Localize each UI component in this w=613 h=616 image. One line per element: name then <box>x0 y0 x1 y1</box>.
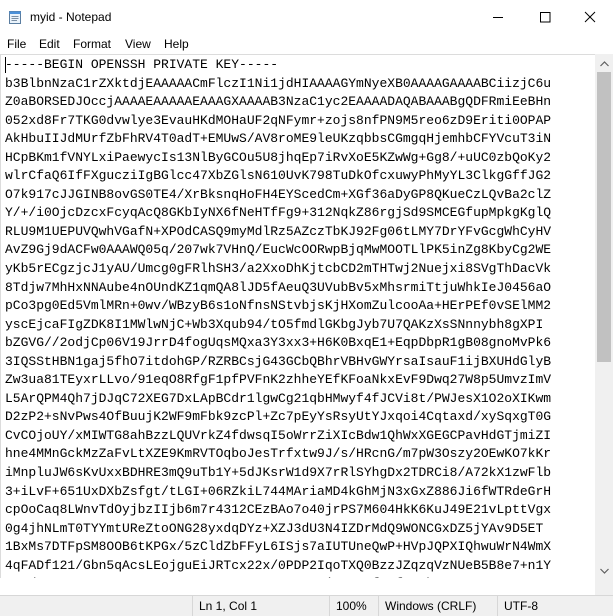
notepad-icon <box>7 9 23 25</box>
text-line: 3+iLvF+651UxDXbZsfgt/tLGI+06RZkiL744MAri… <box>5 483 552 499</box>
text-line: yKb5rECgzjcJ1yAU/Umcg0gFRlhSH3/a2XxoDhKj… <box>5 261 552 277</box>
text-line: AkHbuIIJdMUrfZbFhRV4T0adT+EMUwS/AV8roME9… <box>5 131 552 147</box>
menu-help[interactable]: Help <box>164 37 189 51</box>
menu-bar: File Edit Format View Help <box>0 34 613 54</box>
text-line: 3IQSStHBN1gaj5fhO7itdohGP/RZRBCsjG43GCbQ… <box>5 353 552 369</box>
text-line: cpOoCaq8LWnvTdOyjbzIIjb6m7r4312CEzBAo7o4… <box>5 502 552 518</box>
text-line: 1BxMs7DTFpSM8OOB6tKPGx/5zCldZbFFyL6ISjs7… <box>5 539 552 555</box>
text-line: 8Tdjw7MhHxNNAube4nOUndKZ1qmQA8lJD5fAeuQ3… <box>5 279 552 295</box>
status-bar: Ln 1, Col 1 100% Windows (CRLF) UTF-8 <box>0 595 613 616</box>
text-editor[interactable]: -----BEGIN OPENSSH PRIVATE KEY----- b3Blb… <box>0 54 596 579</box>
text-line: 4qFADf121/Gbn5qAcsLEojguEiJRTcx22x/0PDP2… <box>5 557 552 573</box>
text-line: D2zP2+sNvPws4OfBuujK2WF9mFbk9zcPl+Zc7pEy… <box>5 409 552 425</box>
chevron-up-icon <box>599 54 609 72</box>
text-line: Y/+/i0OjcDzcxFcyqAcQ8GKbIyNX6fNeHTfFg9+3… <box>5 205 552 221</box>
text-line: CvCOjoUY/xMIWTG8ahBzzLQUVrkZ4fdwsqI5oWrr… <box>5 427 552 443</box>
menu-edit[interactable]: Edit <box>39 37 60 51</box>
text-line: bZGVG//2odjCp06V19JrrD4fogUqsMQxa3Y3xx3+… <box>5 335 552 351</box>
text-line: Zw3ua81TEyxrLLvo/91eqO8RfgF1pfPVFnK2zhhe… <box>5 372 552 388</box>
notepad-window: myid - Notepad File Edit Format View Hel… <box>0 0 613 616</box>
text-line: hne4MMnGckMzZaFvLtXZE9KmRVTOqboJesTrfxtw… <box>5 446 552 462</box>
text-line: iMnpluJW6sKvUxxBDHRE3mQ9uTb1Y+5dJKsrW1d9… <box>5 465 552 481</box>
editor-bottom-area <box>0 578 595 595</box>
text-line: AvZ9Gj9dACFw0AAAWQ05q/207wk7VHnQ/EucWcOO… <box>5 242 552 258</box>
scroll-thumb[interactable] <box>597 72 611 362</box>
text-line: wlrCfaQ6IfFXgucziIgBGlcc47XbZGlsN610UvK7… <box>5 168 552 184</box>
text-line: 0g4jhNLmT0TYYmtUReZtoONG28yxdqDYz+XZJ3dU… <box>5 520 544 536</box>
text-line: Z0aBORSEDJOccjAAAAEAAAAAEAAAGXAAAAB3NzaC… <box>5 94 552 110</box>
text-line: L5ArQPM4Qh7jDJqC72XEG7DxLApBCdr1lgwCg21q… <box>5 390 552 406</box>
chevron-down-icon <box>599 561 609 579</box>
editor-text: -----BEGIN OPENSSH PRIVATE KEY----- b3Blb… <box>5 56 551 579</box>
menu-format[interactable]: Format <box>73 37 111 51</box>
text-line: yscEjcaFIgZDK8I1MWlwNjC+Wb3Xqub94/tO5fmd… <box>5 316 544 332</box>
window-title: myid - Notepad <box>30 10 112 24</box>
close-icon <box>584 11 596 23</box>
text-encoding: UTF-8 <box>497 596 613 616</box>
maximize-icon <box>539 11 551 23</box>
minimize-button[interactable] <box>475 0 521 34</box>
menu-file[interactable]: File <box>7 37 26 51</box>
text-line: -----BEGIN OPENSSH PRIVATE KEY----- <box>5 57 279 72</box>
text-line: 052xd8Fr7TKG0dvwlye3EvauHKdMOHaUF2qNFymr… <box>5 112 552 128</box>
text-line: O7k917cJJGINB8ovGS0TE4/XrBksnqHoFH4EYSce… <box>5 186 552 202</box>
maximize-button[interactable] <box>522 0 568 34</box>
text-line: pCo3pg0Ed5VmlMRn+0wv/WBzyB6s1oNfnsNStvbj… <box>5 298 552 314</box>
text-line: HCpBKm1fVNYLxiPaewycIs13NlByGCOu5U8jhqEp… <box>5 149 552 165</box>
vertical-scrollbar[interactable] <box>595 54 613 578</box>
title-bar[interactable]: myid - Notepad <box>0 0 613 34</box>
cursor-position: Ln 1, Col 1 <box>192 596 329 616</box>
menu-view[interactable]: View <box>125 37 151 51</box>
text-caret <box>5 57 6 73</box>
text-line: b3BlbnNzaC1rZXktdjEAAAAACmFlczI1Ni1jdHIA… <box>5 75 552 91</box>
line-ending: Windows (CRLF) <box>378 596 495 616</box>
scroll-up-button[interactable] <box>595 54 613 71</box>
minimize-icon <box>492 11 504 23</box>
text-line: RLU9M1UEPUVQwhVGafN+XPOdCASQ9myMdlRz5AZc… <box>5 223 552 239</box>
scroll-corner <box>595 578 613 595</box>
scroll-down-button[interactable] <box>595 561 613 578</box>
close-button[interactable] <box>567 0 613 34</box>
